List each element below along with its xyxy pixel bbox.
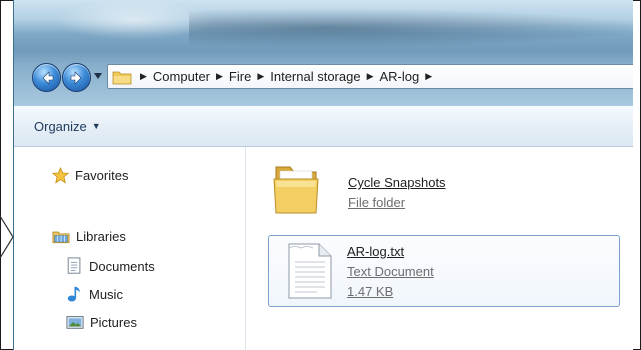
chevron-right-icon[interactable]: ▶ bbox=[140, 71, 147, 82]
item-name: Cycle Snapshots bbox=[348, 175, 446, 190]
forward-button[interactable] bbox=[62, 63, 91, 92]
breadcrumb-computer[interactable]: Computer bbox=[153, 69, 210, 84]
back-button[interactable] bbox=[32, 63, 61, 92]
breadcrumb-internal-storage[interactable]: Internal storage bbox=[270, 69, 360, 84]
item-type: Text Document bbox=[347, 264, 434, 279]
chevron-right-icon[interactable]: ▶ bbox=[367, 71, 374, 82]
explorer-window: ▶ Computer ▶ Fire ▶ Internal storage ▶ A… bbox=[13, 0, 633, 350]
breadcrumb-ar-log[interactable]: AR-log bbox=[380, 69, 420, 84]
item-type: File folder bbox=[348, 195, 406, 210]
nav-label-pictures: Pictures bbox=[90, 314, 137, 330]
nav-label-favorites: Favorites bbox=[75, 168, 129, 183]
star-icon bbox=[52, 167, 69, 184]
folder-icon bbox=[273, 166, 319, 214]
chevron-down-icon: ▼ bbox=[91, 121, 101, 131]
folder-icon bbox=[112, 71, 132, 84]
content-pane: Cycle Snapshots File folder AR-log.txt T… bbox=[246, 147, 633, 350]
documents-icon bbox=[67, 257, 81, 274]
chevron-down-icon[interactable] bbox=[94, 73, 102, 79]
nav-label-music: Music bbox=[89, 286, 123, 302]
nav-item-music[interactable]: Music bbox=[66, 285, 123, 303]
organize-label: Organize bbox=[34, 118, 87, 134]
item-size: 1.47 KB bbox=[347, 284, 394, 299]
nav-label-libraries: Libraries bbox=[76, 229, 126, 244]
libraries-icon bbox=[52, 231, 70, 244]
nav-item-libraries[interactable]: Libraries bbox=[52, 228, 126, 245]
music-note-icon bbox=[67, 286, 80, 302]
chevron-right-icon[interactable]: ▶ bbox=[257, 71, 264, 82]
callout-arrow-icon bbox=[0, 216, 14, 258]
list-item-file[interactable]: AR-log.txt Text Document 1.47 KB bbox=[268, 235, 620, 307]
pictures-icon bbox=[66, 316, 84, 329]
window-chrome bbox=[14, 0, 633, 106]
breadcrumb-fire[interactable]: Fire bbox=[229, 69, 251, 84]
forward-arrow-icon bbox=[70, 70, 81, 85]
nav-item-documents[interactable]: Documents bbox=[66, 257, 155, 275]
text-document-icon bbox=[288, 243, 332, 299]
nav-item-favorites[interactable]: Favorites bbox=[52, 167, 128, 184]
back-arrow-icon bbox=[42, 70, 53, 85]
chevron-right-icon[interactable]: ▶ bbox=[216, 71, 223, 82]
chevron-right-icon[interactable]: ▶ bbox=[425, 71, 432, 82]
navigation-pane: Favorites Libraries Documents Music Pict… bbox=[14, 147, 246, 350]
nav-item-pictures[interactable]: Pictures bbox=[66, 314, 137, 330]
organize-button[interactable]: Organize ▼ bbox=[34, 119, 101, 134]
item-name: AR-log.txt bbox=[347, 244, 405, 259]
nav-label-documents: Documents bbox=[89, 258, 155, 274]
address-bar[interactable]: ▶ Computer ▶ Fire ▶ Internal storage ▶ A… bbox=[107, 64, 633, 89]
command-bar: Organize ▼ bbox=[14, 106, 633, 147]
list-item-folder[interactable]: Cycle Snapshots File folder bbox=[270, 157, 610, 219]
